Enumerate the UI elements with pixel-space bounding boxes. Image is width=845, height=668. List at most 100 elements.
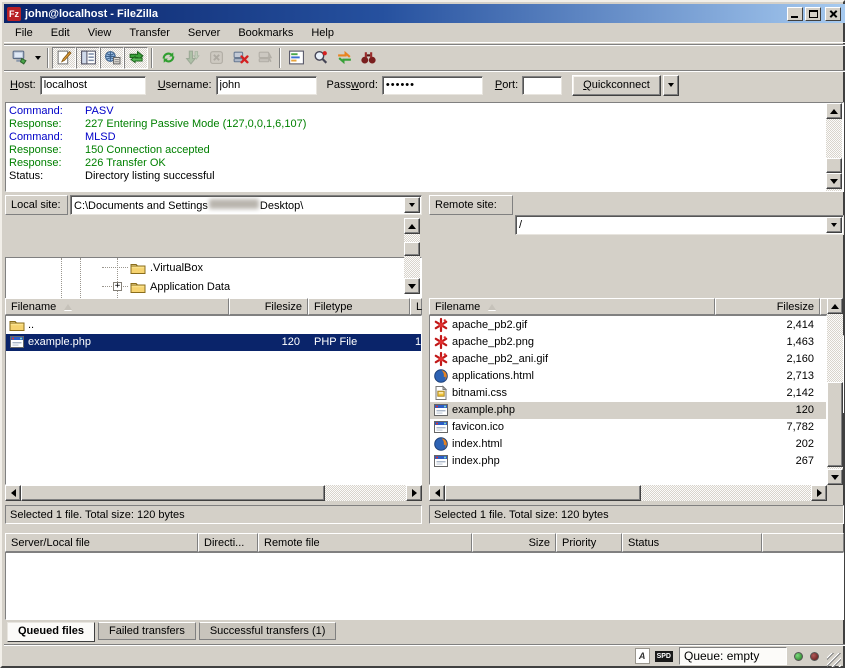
column-filename[interactable]: Filename: [5, 298, 229, 315]
menu-edit[interactable]: Edit: [42, 24, 79, 42]
reconnect-button[interactable]: [252, 47, 276, 69]
remote-list-hscrollbar[interactable]: [429, 485, 827, 501]
folder-icon: [130, 260, 146, 276]
file-row[interactable]: apache_pb2.gif 2,414: [430, 317, 826, 334]
menu-view[interactable]: View: [79, 24, 121, 42]
find-files-button[interactable]: [356, 47, 380, 69]
broken-image-icon: [433, 317, 449, 333]
scroll-right-button[interactable]: [811, 485, 827, 501]
quickconnect-button[interactable]: Quickconnect: [572, 75, 661, 96]
remote-site-dropdown[interactable]: [826, 217, 842, 233]
cancel-icon: [208, 49, 225, 66]
file-row-example-php[interactable]: example.php 120 PHP File 1: [6, 334, 421, 351]
file-row[interactable]: bitnami.css 2,142: [430, 385, 826, 402]
remote-list-scrollbar[interactable]: [827, 298, 843, 485]
file-row[interactable]: favicon.ico 7,782: [430, 419, 826, 436]
scroll-left-button[interactable]: [5, 485, 21, 501]
column-last-modified[interactable]: L: [410, 298, 422, 315]
remote-site-label: Remote site:: [429, 195, 513, 215]
column-priority[interactable]: Priority: [556, 533, 622, 552]
directory-filters-button[interactable]: [284, 47, 308, 69]
local-site-combobox[interactable]: C:\Documents and SettingsDesktop\: [70, 195, 422, 215]
tab-failed-transfers[interactable]: Failed transfers: [98, 622, 196, 640]
maximize-button[interactable]: [805, 7, 821, 21]
local-tree-scrollbar[interactable]: [404, 218, 420, 294]
tab-queued-files[interactable]: Queued files: [7, 622, 95, 642]
scrollbar-thumb[interactable]: [21, 485, 325, 501]
scroll-up-button[interactable]: [826, 103, 842, 119]
resize-grip[interactable]: [827, 653, 841, 667]
menu-server[interactable]: Server: [179, 24, 229, 42]
file-row[interactable]: index.php 267: [430, 453, 826, 470]
tree-item-virtualbox[interactable]: .VirtualBox: [6, 258, 421, 277]
column-filesize[interactable]: Filesize: [229, 298, 308, 315]
minimize-button[interactable]: [787, 7, 803, 21]
refresh-button[interactable]: [156, 47, 180, 69]
local-list-hscrollbar[interactable]: [5, 485, 422, 501]
scrollbar-thumb[interactable]: [445, 485, 641, 501]
transfer-type-indicator-icon[interactable]: A: [635, 648, 650, 664]
username-input[interactable]: [216, 76, 317, 95]
toggle-local-tree-button[interactable]: [76, 47, 100, 69]
column-status[interactable]: Status: [622, 533, 762, 552]
menu-transfer[interactable]: Transfer: [120, 24, 179, 42]
port-input[interactable]: [522, 76, 562, 95]
column-direction[interactable]: Directi...: [198, 533, 258, 552]
column-server-local-file[interactable]: Server/Local file: [5, 533, 198, 552]
host-input[interactable]: [40, 76, 146, 95]
toggle-message-log-button[interactable]: [52, 47, 76, 69]
remote-tree-icon: [104, 49, 121, 66]
reconnect-icon: [256, 49, 273, 66]
toggle-transfer-queue-button[interactable]: [124, 47, 148, 69]
scroll-up-button[interactable]: [404, 218, 420, 234]
tree-expander[interactable]: +: [113, 282, 122, 291]
local-file-list[interactable]: .. example.php 120 PHP File 1: [5, 315, 422, 485]
file-row[interactable]: applications.html 2,713: [430, 368, 826, 385]
file-row-selected[interactable]: example.php 120: [430, 402, 826, 419]
process-queue-icon: [184, 49, 201, 66]
menu-bookmarks[interactable]: Bookmarks: [229, 24, 302, 42]
file-row[interactable]: index.html 202: [430, 436, 826, 453]
menu-file[interactable]: File: [6, 24, 42, 42]
message-log[interactable]: Command:PASV Response:227 Entering Passi…: [5, 102, 844, 192]
scroll-down-button[interactable]: [827, 469, 843, 485]
scroll-up-button[interactable]: [827, 298, 843, 314]
file-row[interactable]: apache_pb2_ani.gif 2,160: [430, 351, 826, 368]
queue-list[interactable]: [5, 552, 844, 620]
column-filetype[interactable]: Filetype: [308, 298, 410, 315]
cancel-operation-button[interactable]: [204, 47, 228, 69]
tree-item-application-data[interactable]: + Application Data: [6, 277, 421, 296]
column-size[interactable]: Size: [472, 533, 556, 552]
file-row-parent[interactable]: ..: [6, 317, 421, 334]
tab-successful-transfers[interactable]: Successful transfers (1): [199, 622, 337, 640]
local-site-dropdown[interactable]: [404, 197, 420, 213]
quickconnect-dropdown[interactable]: [663, 75, 679, 96]
log-scrollbar[interactable]: [826, 103, 842, 191]
scroll-left-button[interactable]: [429, 485, 445, 501]
scroll-down-button[interactable]: [404, 278, 420, 294]
scrollbar-thumb[interactable]: [827, 382, 843, 467]
speed-limit-indicator-icon[interactable]: SPD: [655, 651, 673, 662]
scroll-down-button[interactable]: [826, 173, 842, 189]
scrollbar-thumb[interactable]: [826, 158, 842, 173]
scrollbar-thumb[interactable]: [404, 242, 420, 256]
file-row[interactable]: apache_pb2.png 1,463: [430, 334, 826, 351]
column-filename[interactable]: Filename: [429, 298, 715, 315]
close-button[interactable]: [825, 7, 841, 21]
toggle-remote-tree-button[interactable]: [100, 47, 124, 69]
column-filesize[interactable]: Filesize: [715, 298, 820, 315]
scroll-right-button[interactable]: [406, 485, 422, 501]
remote-site-combobox[interactable]: /: [515, 215, 844, 235]
host-label: Host:: [10, 79, 36, 91]
password-input[interactable]: [382, 76, 483, 95]
process-queue-button[interactable]: [180, 47, 204, 69]
column-remote-file[interactable]: Remote file: [258, 533, 472, 552]
queue-tabs: Queued files Failed transfers Successful…: [7, 622, 339, 642]
site-manager-button[interactable]: [7, 47, 31, 69]
remote-file-list[interactable]: apache_pb2.gif 2,414 apache_pb2.png 1,46…: [429, 315, 827, 485]
compare-directories-button[interactable]: [308, 47, 332, 69]
synchronized-browsing-button[interactable]: [332, 47, 356, 69]
site-manager-dropdown[interactable]: [31, 47, 44, 69]
disconnect-button[interactable]: [228, 47, 252, 69]
menu-help[interactable]: Help: [302, 24, 343, 42]
